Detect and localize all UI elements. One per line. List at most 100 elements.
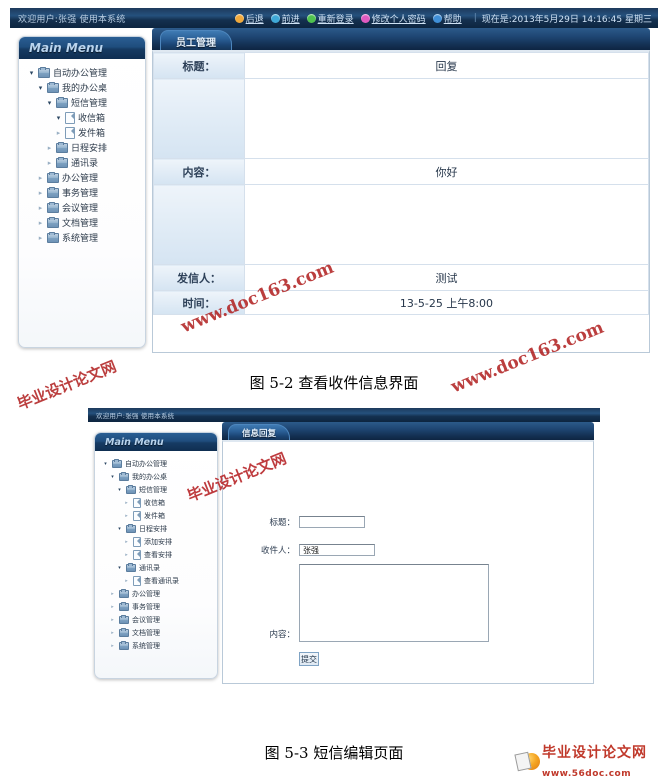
app-body-2: Main Menu ▾ 自动办公管理 ▾ 我的办公桌 ▾ 短信管理 ▸ 收信箱 ▸ 发件箱 ▾ 日程安…: [88, 422, 600, 690]
sidebar-item-8[interactable]: ▾ 通讯录: [95, 561, 217, 574]
sidebar-item-3[interactable]: ▾ 收信箱: [19, 110, 145, 125]
title-input[interactable]: [299, 516, 365, 528]
chevron-down-icon[interactable]: ▾: [36, 84, 45, 92]
detail-row-label: [153, 78, 245, 159]
chevron-right-icon[interactable]: ▸: [36, 189, 45, 197]
sidebar-item-11[interactable]: ▸ 事务管理: [95, 600, 217, 613]
chevron-right-icon[interactable]: ▸: [108, 591, 117, 597]
figure-caption-5-2: 图 5-2 查看收件信息界面: [249, 374, 419, 392]
sidebar-item-label: 短信管理: [139, 485, 167, 494]
sidebar-item-5[interactable]: ▾ 日程安排: [95, 522, 217, 535]
form-row-recipient: 收件人： 张强: [237, 544, 375, 556]
chevron-right-icon[interactable]: ▸: [108, 617, 117, 623]
tab-message-reply[interactable]: 信息回复: [228, 424, 290, 441]
sidebar-item-7[interactable]: ▸ 查看安排: [95, 548, 217, 561]
folder-icon: [119, 640, 129, 650]
chevron-down-icon[interactable]: ▾: [108, 474, 117, 480]
chevron-right-icon[interactable]: ▸: [36, 204, 45, 212]
header-link-help[interactable]: 帮助: [432, 12, 462, 25]
table-row: 发信人： 测试: [153, 264, 649, 291]
chevron-right-icon[interactable]: ▸: [122, 552, 131, 558]
sidebar-item-12[interactable]: ▸ 会议管理: [95, 613, 217, 626]
sidebar-item-13[interactable]: ▸ 文档管理: [95, 626, 217, 639]
sidebar-item-label: 系统管理: [132, 641, 160, 650]
folder-icon: [56, 141, 68, 153]
chevron-down-icon[interactable]: ▾: [115, 487, 124, 493]
sidebar-item-14[interactable]: ▸ 系统管理: [95, 639, 217, 652]
header-link-back-label: 后退: [245, 14, 264, 25]
sidebar-item-11[interactable]: ▸ 系统管理: [19, 230, 145, 245]
folder-icon: [119, 588, 129, 598]
chevron-right-icon[interactable]: ▸: [108, 604, 117, 610]
logo-text: 毕业设计论文网 www.56doc.com: [542, 742, 647, 780]
sidebar-item-1[interactable]: ▾ 我的办公桌: [19, 80, 145, 95]
detail-panel: 标题： 回复 内容： 你好 发信人： 测试 时间： 13-5-25 上午8:00: [152, 50, 650, 353]
chevron-right-icon[interactable]: ▸: [54, 129, 63, 137]
header-link-forward[interactable]: 前进: [270, 12, 300, 25]
sidebar-item-label: 添加安排: [144, 537, 172, 546]
chevron-right-icon[interactable]: ▸: [122, 513, 131, 519]
header-link-back[interactable]: 后退: [234, 12, 264, 25]
chevron-right-icon[interactable]: ▸: [45, 144, 54, 152]
sidebar-item-label: 会议管理: [62, 204, 99, 214]
recipient-input[interactable]: 张强: [299, 544, 375, 556]
sidebar-item-8[interactable]: ▸ 事务管理: [19, 185, 145, 200]
sidebar-item-6[interactable]: ▸ 通讯录: [19, 155, 145, 170]
sidebar-item-0[interactable]: ▾ 自动办公管理: [19, 65, 145, 80]
sidebar-item-7[interactable]: ▸ 办公管理: [19, 170, 145, 185]
sidebar-item-4[interactable]: ▸ 发件箱: [95, 509, 217, 522]
chevron-right-icon[interactable]: ▸: [45, 159, 54, 167]
chevron-down-icon[interactable]: ▾: [45, 99, 54, 107]
sidebar-item-label: 系统管理: [62, 234, 99, 244]
chevron-right-icon[interactable]: ▸: [36, 234, 45, 242]
sidebar-tree[interactable]: ▾ 自动办公管理 ▾ 我的办公桌 ▾ 短信管理 ▾ 收信箱 ▸ 发件箱 ▸ 日程安排 ▸ 通讯录 ▸ 办公管理…: [19, 59, 145, 245]
chevron-down-icon[interactable]: ▾: [115, 565, 124, 571]
folder-icon: [47, 231, 59, 243]
table-row: 标题： 回复: [153, 52, 649, 79]
chevron-right-icon[interactable]: ▸: [36, 219, 45, 227]
chevron-down-icon[interactable]: ▾: [115, 526, 124, 532]
folder-icon: [119, 614, 129, 624]
sidebar-item-10[interactable]: ▸ 办公管理: [95, 587, 217, 600]
relogin-icon: [306, 13, 316, 23]
detail-row-value: 你好: [244, 158, 649, 185]
document-icon: [133, 497, 141, 508]
sidebar-item-9[interactable]: ▸ 查看通讯录: [95, 574, 217, 587]
detail-row-label: 内容：: [153, 158, 245, 185]
sidebar-item-4[interactable]: ▸ 发件箱: [19, 125, 145, 140]
header-link-help-label: 帮助: [443, 14, 462, 25]
sidebar-item-5[interactable]: ▸ 日程安排: [19, 140, 145, 155]
folder-icon: [56, 156, 68, 168]
chevron-down-icon[interactable]: ▾: [54, 114, 63, 122]
header-link-change-password[interactable]: 修改个人密码: [360, 12, 426, 25]
submit-button[interactable]: 提交: [299, 652, 319, 666]
content-textarea[interactable]: [299, 564, 489, 642]
detail-row-value: [244, 184, 649, 265]
content-label: 内容：: [269, 630, 295, 640]
chevron-down-icon[interactable]: ▾: [27, 69, 36, 77]
detail-row-value: 13-5-25 上午8:00: [244, 290, 649, 315]
sidebar-item-9[interactable]: ▸ 会议管理: [19, 200, 145, 215]
sidebar-panel: Main Menu ▾ 自动办公管理 ▾ 我的办公桌 ▾ 短信管理 ▾ 收信箱 ▸ 发件箱 ▸ 日程安…: [18, 36, 146, 348]
sidebar-item-2[interactable]: ▾ 短信管理: [19, 95, 145, 110]
welcome-text: 欢迎用户:张强 使用本系统: [18, 14, 126, 25]
chevron-down-icon[interactable]: ▾: [101, 461, 110, 467]
header-link-relogin[interactable]: 重新登录: [306, 12, 354, 25]
sidebar-item-6[interactable]: ▸ 添加安排: [95, 535, 217, 548]
folder-icon: [126, 484, 136, 494]
sidebar-item-10[interactable]: ▸ 文档管理: [19, 215, 145, 230]
sidebar-item-0[interactable]: ▾ 自动办公管理: [95, 457, 217, 470]
tab-employee-management[interactable]: 员工管理: [160, 30, 232, 51]
chevron-right-icon[interactable]: ▸: [108, 643, 117, 649]
chevron-right-icon[interactable]: ▸: [36, 174, 45, 182]
sidebar-item-label: 事务管理: [132, 602, 160, 611]
folder-icon: [119, 601, 129, 611]
document-icon: [65, 126, 75, 139]
chevron-right-icon[interactable]: ▸: [122, 500, 131, 506]
chevron-right-icon[interactable]: ▸: [122, 539, 131, 545]
chevron-right-icon[interactable]: ▸: [122, 578, 131, 584]
folder-icon: [56, 96, 68, 108]
sidebar-item-label: 我的办公桌: [62, 84, 108, 94]
form-row-content: 内容：: [237, 628, 295, 640]
chevron-right-icon[interactable]: ▸: [108, 630, 117, 636]
